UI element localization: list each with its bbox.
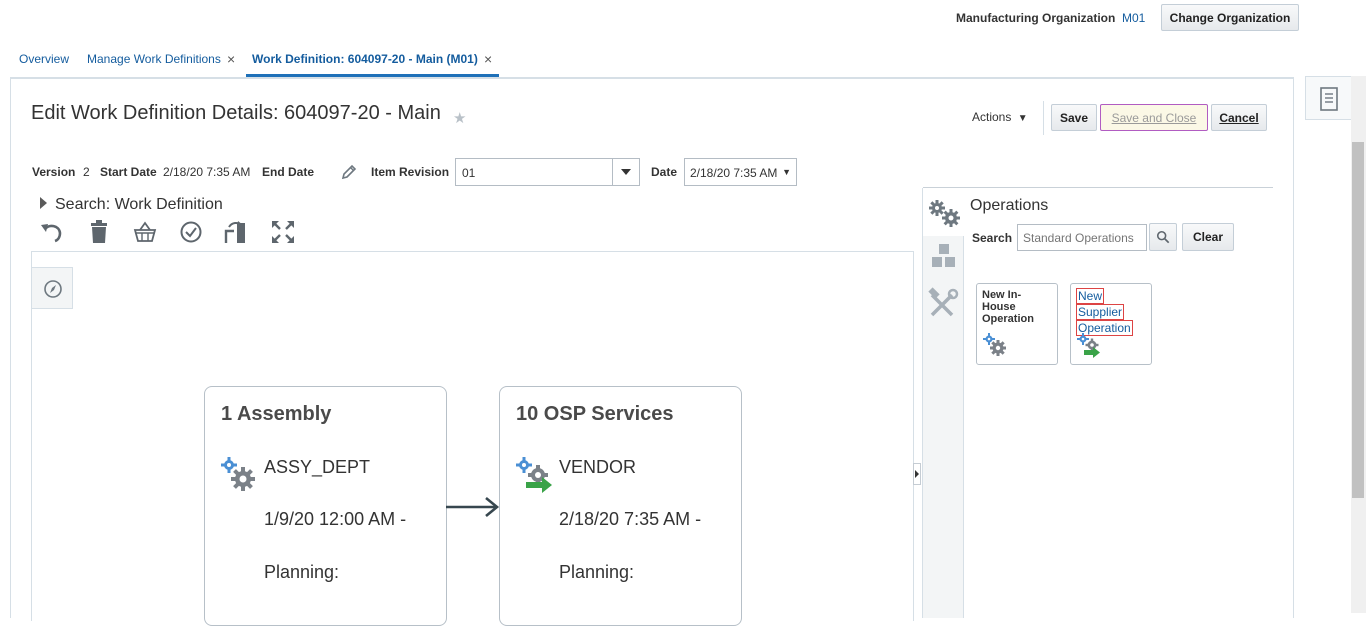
active-tab-indicator: [246, 74, 499, 77]
close-tab-work-definition-icon[interactable]: ×: [484, 52, 492, 66]
operation-card-osp-services[interactable]: 10 OSP Services VENDOR 2/18/20 7:35 AM -…: [499, 386, 742, 626]
end-date-label: End Date: [262, 165, 315, 179]
version-value: 2: [83, 165, 90, 179]
operations-tab[interactable]: [922, 188, 965, 236]
collapse-arrow-icon: [915, 470, 919, 478]
operations-pane-border: [923, 187, 1273, 188]
tools-tab[interactable]: [922, 285, 965, 325]
operation-sequence-arrow: [446, 494, 500, 523]
dropdown-arrow-icon: ▼: [1017, 113, 1028, 124]
manufacturing-organization-label: Manufacturing Organization: [956, 11, 1116, 25]
in-house-operation-gears-icon: [982, 332, 1008, 358]
actions-menu-label: Actions: [972, 110, 1012, 124]
resources-tab[interactable]: [922, 240, 965, 280]
header-divider: [1043, 101, 1044, 135]
expand-triangle-icon[interactable]: [38, 196, 48, 213]
basket-icon[interactable]: [132, 219, 158, 245]
palette-item-label: New Supplier Operation: [1076, 288, 1133, 336]
work-definition-diagram-canvas[interactable]: [31, 251, 914, 621]
save-and-close-button[interactable]: Save and Close: [1100, 104, 1208, 131]
item-revision-select[interactable]: 01: [455, 158, 640, 186]
compass-icon: [44, 280, 62, 298]
fullscreen-expand-icon[interactable]: [270, 219, 296, 245]
start-date-label: Start Date: [100, 165, 157, 179]
panel-splitter-handle[interactable]: [913, 463, 921, 485]
dropdown-arrow-icon[interactable]: [612, 159, 639, 185]
gears-icon: [929, 200, 960, 227]
tab-manage-work-definitions[interactable]: Manage Work Definitions: [87, 52, 221, 66]
item-revision-value: 01: [462, 166, 476, 180]
operation-title: 10 OSP Services: [516, 403, 674, 425]
operations-search-input[interactable]: [1017, 224, 1147, 251]
date-select[interactable]: 2/18/20 7:35 AM ▼: [684, 158, 797, 186]
palette-item-label: New In-House Operation: [982, 289, 1034, 325]
operation-planning: Planning:: [559, 562, 635, 582]
search-icon: [1156, 230, 1170, 244]
palette-label-line: Supplier: [1076, 304, 1125, 320]
search-work-definition-header[interactable]: Search: Work Definition: [55, 196, 223, 214]
palette-new-supplier-operation[interactable]: New Supplier Operation: [1070, 283, 1152, 365]
diagram-overview-toggle[interactable]: [31, 267, 73, 309]
palette-new-in-house-operation[interactable]: New In-House Operation: [976, 283, 1058, 365]
edit-pencil-icon[interactable]: [340, 163, 358, 184]
operation-date: 2/18/20 7:35 AM -: [559, 509, 702, 529]
undo-icon[interactable]: [39, 219, 65, 245]
delete-trash-icon[interactable]: [86, 219, 112, 245]
operation-card-assembly[interactable]: 1 Assembly ASSY_DEPT 1/9/20 12:00 AM - P…: [204, 386, 447, 626]
version-label: Version: [32, 165, 76, 179]
supplier-operation-gears-icon: [1076, 332, 1102, 358]
operation-date: 1/9/20 12:00 AM -: [264, 509, 407, 529]
operation-planning: Planning:: [264, 562, 340, 582]
stacked-boxes-icon: [932, 244, 955, 267]
start-date-value: 2/18/20 7:35 AM: [163, 165, 251, 179]
save-button[interactable]: Save: [1051, 104, 1097, 131]
change-organization-button[interactable]: Change Organization: [1161, 4, 1299, 31]
supplier-operation-gears-icon: [514, 455, 554, 493]
side-drawer-toggle[interactable]: [1305, 76, 1351, 120]
close-tab-manage-work-definitions-icon[interactable]: ×: [227, 52, 235, 66]
page-title: Edit Work Definition Details: 604097-20 …: [31, 102, 441, 124]
cancel-button[interactable]: Cancel: [1211, 104, 1267, 131]
operations-clear-button[interactable]: Clear: [1182, 223, 1234, 251]
wrench-hammer-icon: [928, 287, 959, 317]
check-circle-icon[interactable]: [178, 219, 204, 245]
palette-label-line: New: [1076, 288, 1105, 304]
actions-menu[interactable]: Actions ▼: [972, 110, 1028, 124]
operations-search-label: Search: [972, 231, 1013, 245]
tab-work-definition[interactable]: Work Definition: 604097-20 - Main (M01): [252, 52, 478, 66]
in-house-operation-gears-icon: [219, 455, 259, 493]
operation-department: VENDOR: [559, 457, 637, 477]
item-revision-label: Item Revision: [371, 165, 450, 179]
manufacturing-organization-value[interactable]: M01: [1122, 11, 1145, 25]
dropdown-arrow-icon: ▼: [782, 167, 791, 177]
operations-pane-title: Operations: [970, 197, 1049, 214]
date-label: Date: [651, 165, 678, 179]
operations-search-button[interactable]: [1149, 223, 1177, 251]
operation-title: 1 Assembly: [221, 403, 332, 425]
page-scrollbar-thumb[interactable]: [1352, 142, 1364, 498]
date-value: 2/18/20 7:35 AM: [690, 166, 778, 180]
favorite-star-icon[interactable]: ★: [453, 109, 466, 127]
tab-overview[interactable]: Overview: [19, 52, 69, 66]
document-list-icon: [1320, 87, 1338, 111]
revert-export-icon[interactable]: [223, 219, 249, 245]
operation-department: ASSY_DEPT: [264, 457, 371, 477]
